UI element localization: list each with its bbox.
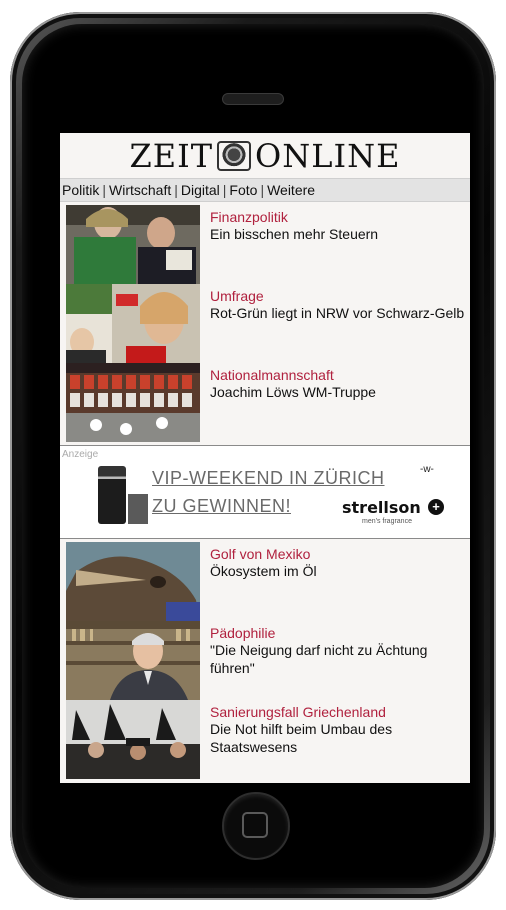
nav-item-weitere[interactable]: Weitere bbox=[267, 182, 315, 198]
article-thumbnail-oiled-bird[interactable] bbox=[66, 542, 200, 621]
ad-line-2: ZU GEWINNEN! bbox=[152, 496, 291, 516]
site-logo[interactable]: ZEIT ONLINE bbox=[60, 133, 470, 178]
article-thumbnail-football-team[interactable] bbox=[66, 363, 200, 442]
ad-mark: -w- bbox=[420, 464, 434, 475]
nav-separator: | bbox=[222, 182, 227, 198]
nav-item-foto[interactable]: Foto bbox=[229, 182, 257, 198]
logo-right: ONLINE bbox=[255, 136, 401, 175]
article-item[interactable]: Pädophilie "Die Neigung darf nicht zu Äc… bbox=[60, 621, 470, 700]
article-headline[interactable]: Ökosystem im Öl bbox=[210, 562, 465, 580]
nav-item-politik[interactable]: Politik bbox=[62, 182, 99, 198]
browser-screen: ZEIT ONLINE Politik | Wirtschaft | Digital | F… bbox=[60, 133, 470, 783]
article-headline[interactable]: Die Not hilft beim Umbau des Staatswesen… bbox=[210, 720, 465, 756]
article-item[interactable]: Finanzpolitik Ein bisschen mehr Steuern bbox=[60, 205, 470, 284]
ad-line-1: VIP-WEEKEND IN ZÜRICH bbox=[152, 468, 385, 488]
nav-item-digital[interactable]: Digital bbox=[181, 182, 220, 198]
article-text: Finanzpolitik Ein bisschen mehr Steuern bbox=[200, 205, 465, 243]
article-text: Nationalmannschaft Joachim Löws WM-Trupp… bbox=[200, 363, 465, 401]
article-headline[interactable]: Joachim Löws WM-Truppe bbox=[210, 383, 465, 401]
article-thumbnail-campaign[interactable] bbox=[66, 284, 200, 363]
eagle-crest-icon bbox=[217, 140, 252, 171]
article-item[interactable]: Sanierungsfall Griechenland Die Not hilf… bbox=[60, 700, 470, 779]
article-kicker[interactable]: Finanzpolitik bbox=[210, 209, 465, 225]
plus-icon: + bbox=[428, 499, 444, 515]
article-thumbnail-politicians[interactable] bbox=[66, 205, 200, 284]
article-text: Pädophilie "Die Neigung darf nicht zu Äc… bbox=[200, 621, 465, 677]
article-kicker[interactable]: Sanierungsfall Griechenland bbox=[210, 704, 465, 720]
article-kicker[interactable]: Golf von Mexiko bbox=[210, 546, 465, 562]
article-headline[interactable]: Ein bisschen mehr Steuern bbox=[210, 225, 465, 243]
ad-banner[interactable]: VIP-WEEKEND IN ZÜRICH ZU GEWINNEN! -w- s… bbox=[90, 464, 448, 530]
article-thumbnail-protest[interactable] bbox=[66, 700, 200, 779]
article-headline[interactable]: "Die Neigung darf nicht zu Ächtung führe… bbox=[210, 641, 465, 677]
nav-item-wirtschaft[interactable]: Wirtschaft bbox=[109, 182, 171, 198]
article-text: Golf von Mexiko Ökosystem im Öl bbox=[200, 542, 465, 580]
article-item[interactable]: Nationalmannschaft Joachim Löws WM-Trupp… bbox=[60, 363, 470, 442]
article-kicker[interactable]: Nationalmannschaft bbox=[210, 367, 465, 383]
article-item[interactable]: Umfrage Rot-Grün liegt in NRW vor Schwar… bbox=[60, 284, 470, 363]
perfume-bottle-icon bbox=[98, 466, 126, 524]
nav-separator: | bbox=[102, 182, 106, 198]
article-kicker[interactable]: Umfrage bbox=[210, 288, 465, 304]
article-text: Umfrage Rot-Grün liegt in NRW vor Schwar… bbox=[200, 284, 465, 322]
nav-separator: | bbox=[174, 182, 178, 198]
logo-left: ZEIT bbox=[129, 136, 214, 175]
article-kicker[interactable]: Pädophilie bbox=[210, 625, 465, 641]
article-headline[interactable]: Rot-Grün liegt in NRW vor Schwarz-Gelb bbox=[210, 304, 465, 322]
article-text: Sanierungsfall Griechenland Die Not hilf… bbox=[200, 700, 465, 756]
nav-separator: | bbox=[260, 182, 265, 198]
speaker-grille bbox=[222, 93, 284, 105]
nav-bar: Politik | Wirtschaft | Digital | Foto | Weitere bbox=[60, 178, 470, 202]
perfume-box-icon bbox=[128, 494, 148, 524]
article-item[interactable]: Golf von Mexiko Ökosystem im Öl bbox=[60, 542, 470, 621]
ad-brand: strellson bbox=[342, 498, 421, 517]
ad-label: Anzeige bbox=[62, 449, 99, 460]
ad-section: Anzeige VIP-WEEKEND IN ZÜRICH ZU GEWINNE… bbox=[60, 445, 470, 539]
article-thumbnail-man-portrait[interactable] bbox=[66, 621, 200, 700]
ad-brand-sub: men's fragrance bbox=[362, 518, 412, 525]
home-button-icon bbox=[242, 812, 268, 838]
